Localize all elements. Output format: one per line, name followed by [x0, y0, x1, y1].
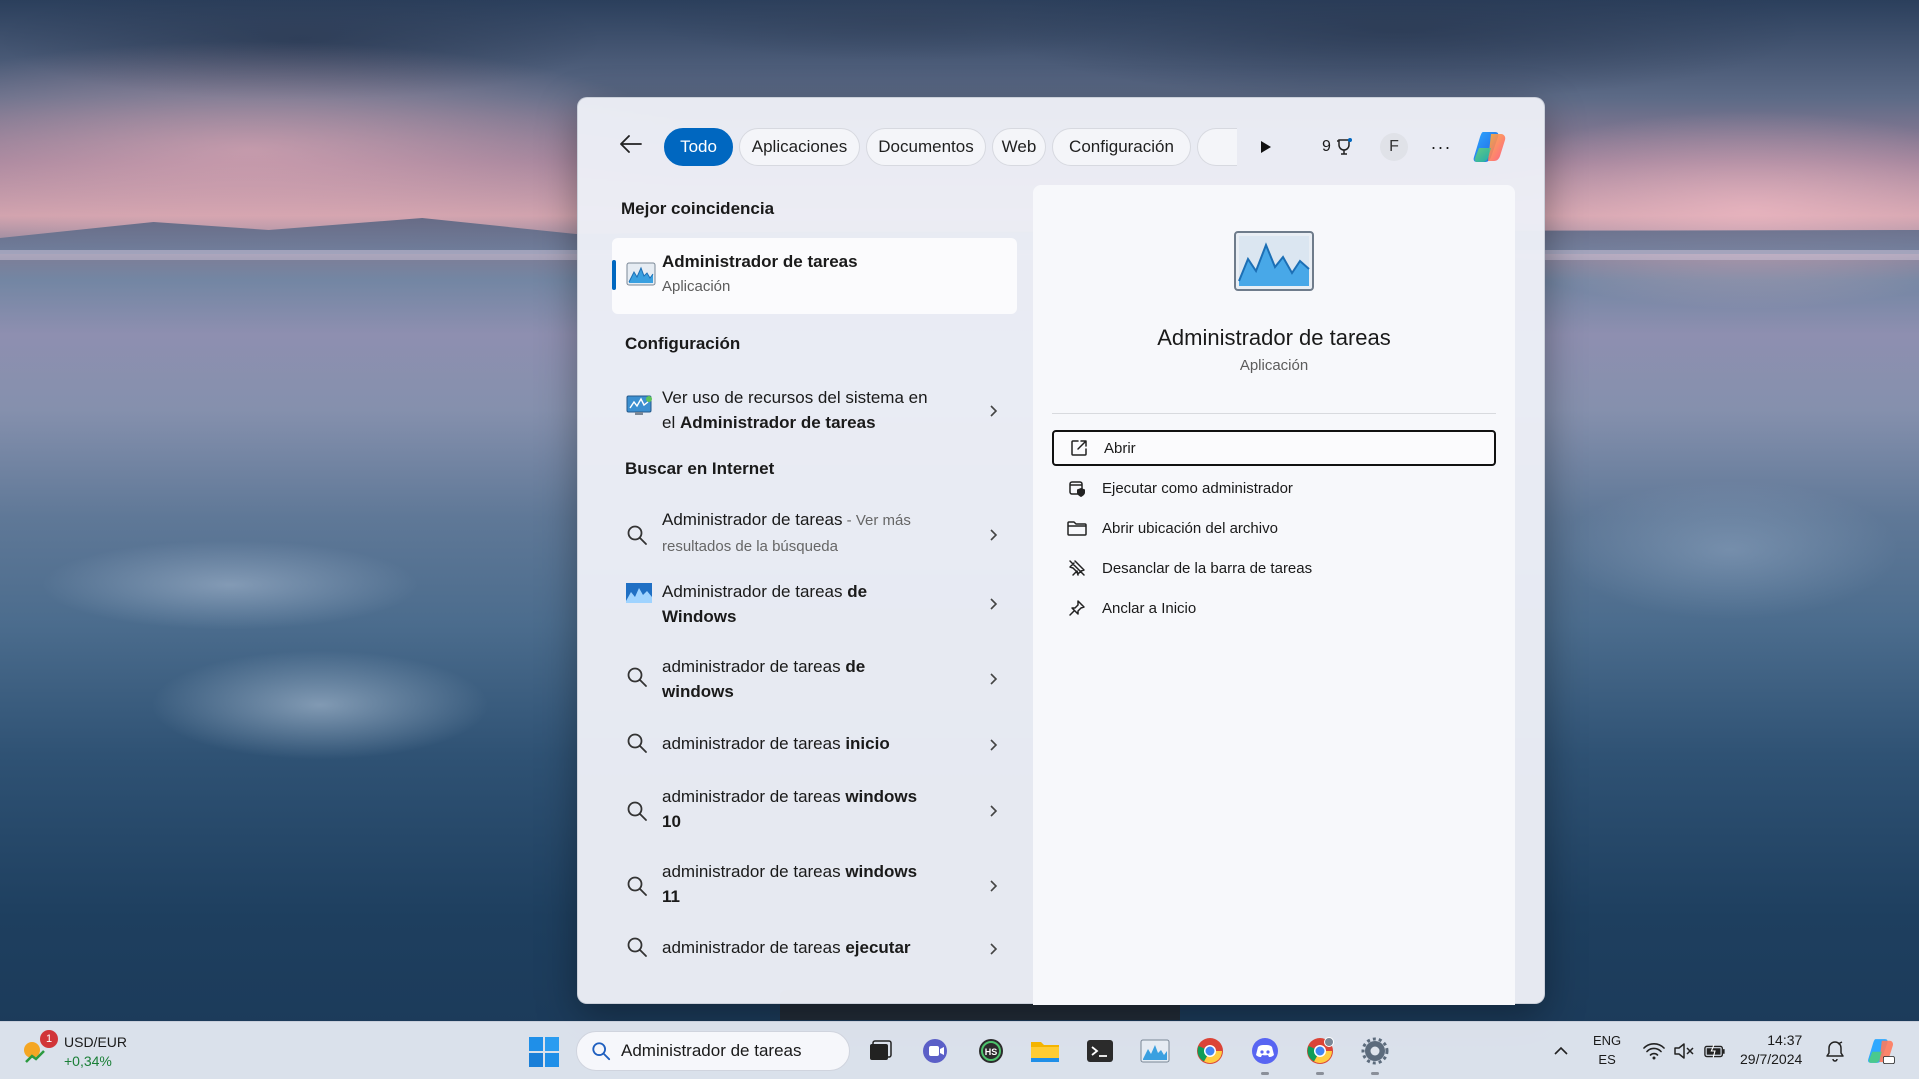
web-result-item[interactable]: administrador de tareas de windows — [612, 654, 1017, 712]
profile-avatar[interactable]: F — [1380, 133, 1408, 161]
search-icon — [591, 1041, 611, 1061]
open-file-location-action[interactable]: Abrir ubicación del archivo — [1052, 510, 1496, 546]
chevron-right-icon — [990, 880, 998, 892]
chevron-right-icon — [990, 529, 998, 541]
rewards-points[interactable]: 9 — [1322, 133, 1354, 161]
back-button[interactable] — [618, 131, 644, 157]
more-options-button[interactable]: ··· — [1426, 133, 1456, 161]
settings-icon[interactable] — [1357, 1033, 1393, 1075]
detail-app-title: Administrador de tareas — [1157, 325, 1391, 350]
run-as-admin-action[interactable]: Ejecutar como administrador — [1052, 470, 1496, 506]
best-match-heading: Mejor coincidencia — [621, 199, 775, 218]
search-icon — [627, 667, 647, 687]
play-icon — [1261, 141, 1271, 153]
chrome-profile-icon[interactable] — [1302, 1033, 1338, 1075]
search-panel: Todo Aplicaciones Documentos Web Configu… — [577, 97, 1546, 1005]
taskbar-search-box[interactable]: Administrador de tareas — [576, 1031, 850, 1071]
detail-divider — [1052, 413, 1496, 414]
tab-aplicaciones[interactable]: Aplicaciones — [739, 128, 860, 166]
wifi-icon[interactable] — [1643, 1040, 1665, 1062]
chevron-right-icon — [990, 673, 998, 685]
web-result-item[interactable]: administrador de tareas windows 11 — [612, 857, 1017, 915]
settings-result-line1: Ver uso de recursos del sistema en — [662, 388, 928, 407]
best-match-title: Administrador de tareas — [662, 252, 858, 271]
unpin-icon — [1066, 557, 1088, 579]
taskbar-search-text: Administrador de tareas — [621, 1041, 802, 1060]
web-result-item[interactable]: administrador de tareas windows 10 — [612, 782, 1017, 840]
battery-icon[interactable] — [1704, 1040, 1726, 1062]
currency-widget[interactable]: 1 USD/EUR +0,34% — [22, 1030, 132, 1072]
chevron-right-icon — [990, 739, 998, 751]
pin-to-start-action[interactable]: Anclar a Inicio — [1052, 590, 1496, 626]
settings-result-bold: Administrador de tareas — [679, 413, 876, 432]
volume-muted-icon[interactable] — [1673, 1040, 1695, 1062]
discord-icon[interactable] — [1247, 1033, 1283, 1075]
svg-text:HS: HS — [985, 1047, 998, 1057]
terminal-icon[interactable] — [1082, 1033, 1118, 1069]
unpin-taskbar-action[interactable]: Desanclar de la barra de tareas — [1052, 550, 1496, 586]
copilot-icon[interactable] — [1471, 128, 1509, 166]
search-filter-bar: Todo Aplicaciones Documentos Web Configu… — [578, 98, 1546, 178]
selection-indicator — [612, 260, 616, 290]
task-manager-icon[interactable] — [1137, 1033, 1173, 1069]
best-match-subtitle: Aplicación — [662, 278, 731, 295]
windows-logo-icon — [529, 1037, 559, 1067]
pin-icon — [1066, 597, 1088, 619]
clock-date: 29/7/2024 — [1740, 1051, 1803, 1067]
currency-pair: USD/EUR — [64, 1034, 128, 1050]
open-external-icon — [1068, 437, 1090, 459]
tab-documentos[interactable]: Documentos — [866, 128, 986, 166]
clock-time: 14:37 — [1767, 1032, 1803, 1048]
chevron-right-icon — [990, 405, 998, 417]
chevron-right-icon — [990, 598, 998, 610]
copilot-taskbar-icon[interactable] — [1866, 1036, 1896, 1066]
show-hidden-icons-button[interactable] — [1551, 1041, 1571, 1061]
chevron-right-icon — [990, 805, 998, 817]
taskbar: 1 USD/EUR +0,34% Administrador de tareas… — [0, 1021, 1919, 1079]
chrome-icon[interactable] — [1192, 1033, 1228, 1069]
clock[interactable]: 14:37 29/7/2024 — [1740, 1031, 1802, 1069]
best-match-item[interactable]: Administrador de tareas Aplicación — [612, 238, 1017, 314]
back-arrow-icon — [620, 135, 642, 153]
more-tabs-button[interactable] — [1251, 132, 1281, 162]
chevron-up-icon — [1554, 1046, 1568, 1055]
search-icon — [627, 525, 647, 545]
search-icon — [627, 733, 647, 753]
task-view-icon[interactable] — [862, 1033, 898, 1069]
web-result-item[interactable]: Administrador de tareas de Windows — [612, 579, 1017, 637]
open-action[interactable]: Abrir — [1052, 430, 1496, 466]
system-monitor-icon — [626, 395, 652, 415]
file-explorer-icon[interactable] — [1027, 1033, 1063, 1069]
search-icon — [627, 876, 647, 896]
run-as-admin-icon — [1066, 477, 1088, 499]
chevron-right-icon — [990, 943, 998, 955]
hs-app-icon[interactable]: HS — [973, 1033, 1009, 1069]
web-result-item[interactable]: administrador de tareas inicio — [612, 728, 1017, 768]
input-language-indicator[interactable]: ENG ES — [1593, 1031, 1621, 1069]
search-icon — [627, 937, 647, 957]
web-result-item[interactable]: Administrador de tareas - Ver más result… — [612, 504, 1017, 562]
tab-overflow[interactable] — [1197, 128, 1237, 166]
task-manager-icon — [626, 262, 656, 286]
search-icon — [627, 801, 647, 821]
teams-icon[interactable] — [917, 1033, 953, 1069]
notification-bell-icon[interactable] — [1824, 1040, 1846, 1062]
detail-app-type: Aplicación — [1239, 357, 1309, 374]
currency-change: +0,34% — [64, 1053, 112, 1069]
task-manager-web-icon — [626, 583, 652, 603]
web-search-heading: Buscar en Internet — [625, 459, 775, 478]
task-manager-large-icon — [1234, 231, 1314, 291]
settings-result-item[interactable]: Ver uso de recursos del sistema en el Ad… — [612, 380, 1017, 440]
rewards-trophy-icon — [1336, 138, 1352, 155]
notification-badge: 1 — [40, 1030, 58, 1048]
result-detail-pane: Administrador de tareas Aplicación Abrir… — [1033, 185, 1515, 1005]
tab-todo[interactable]: Todo — [664, 128, 733, 166]
settings-heading: Configuración — [625, 334, 741, 353]
tab-configuracion[interactable]: Configuración — [1052, 128, 1191, 166]
folder-icon — [1066, 517, 1088, 539]
rewards-points-value: 9 — [1322, 138, 1331, 155]
start-button[interactable] — [528, 1036, 560, 1068]
tab-web[interactable]: Web — [992, 128, 1046, 166]
web-result-item[interactable]: administrador de tareas ejecutar — [612, 932, 1017, 972]
